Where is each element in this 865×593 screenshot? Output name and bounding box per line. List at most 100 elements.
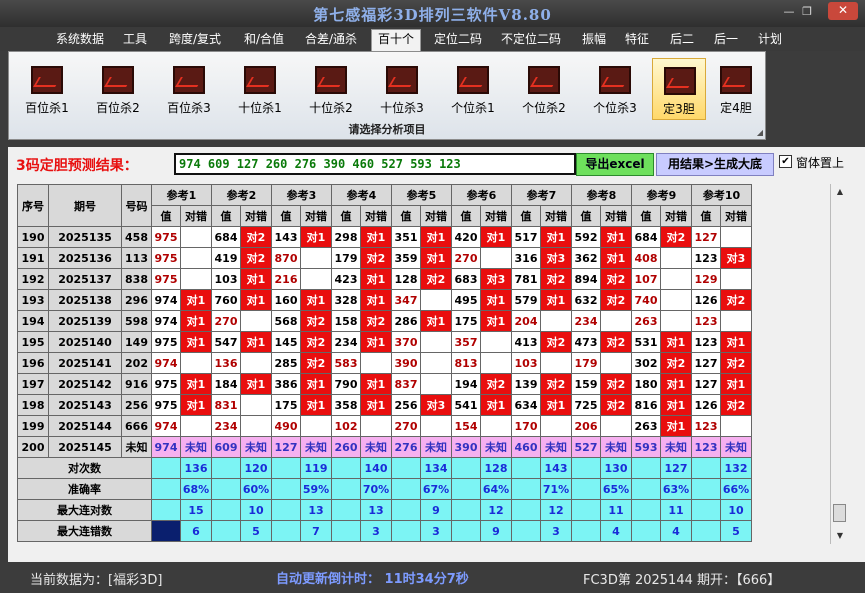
cell-ref-result: 对1 [300,289,332,311]
menu-item-last-two[interactable]: 后二 [664,30,700,49]
cell-ref-value: 123 [691,331,721,353]
ribbon-button-units-kill-3[interactable]: 个位杀3 [582,58,648,120]
cell-ref-value: 974 [151,415,181,437]
cell-ref-value: 175 [451,310,481,332]
scroll-down-icon[interactable]: ▼ [831,528,849,544]
title-bar: 第七感福彩3D排列三软件V8.80 — ❐ ✕ [0,0,865,27]
cell-ref-result: 未知 [480,436,512,458]
cell-seq: 196 [17,352,49,374]
stats-value: 9 [480,520,512,542]
scroll-thumb[interactable] [833,504,846,522]
cell-ref-result [240,415,272,437]
cell-ref-value: 362 [571,247,601,269]
menu-item-last-one[interactable]: 后一 [708,30,744,49]
cell-ref-result: 对1 [300,394,332,416]
cell-ref-result: 对2 [300,352,332,374]
column-header-ref: 参考6 [451,184,512,206]
scroll-up-icon[interactable]: ▲ [831,184,849,200]
menu-item-feature[interactable]: 特征 [619,30,655,49]
cell-ref-result: 未知 [240,436,272,458]
table-row: 191 2025136 113 975 419 对2 870 179 对2 359 对1 270 316… [17,247,752,269]
cell-period: 2025145 [48,436,122,458]
ribbon-button-units-kill-2[interactable]: 个位杀2 [511,58,577,120]
generate-base-button[interactable]: 用结果>生成大底 [656,153,774,176]
cell-ref-value: 127 [691,373,721,395]
cell-ref-result: 对1 [420,310,452,332]
cell-ref-result [480,352,512,374]
expand-icon[interactable]: ◢ [757,128,763,137]
stats-spacer [511,457,541,479]
cell-ref-value: 517 [511,226,541,248]
menu-item-diff[interactable]: 合差/通杀 [298,30,364,49]
cell-period: 2025139 [48,310,122,332]
stats-spacer [331,457,361,479]
menu-item-plan[interactable]: 计划 [752,30,788,49]
menu-item-pos-two[interactable]: 定位二码 [428,30,488,49]
cell-ref-result [240,310,272,332]
prediction-result-field[interactable]: 974 609 127 260 276 390 460 527 593 123 [174,153,576,175]
ribbon-button-tens-kill-1[interactable]: 十位杀1 [227,58,293,120]
cell-seq: 193 [17,289,49,311]
maximize-icon[interactable]: ❐ [796,4,818,20]
cell-ref-result: 对2 [420,268,452,290]
table-row: 196 2025141 202 974 136 285 对2 583 390 813 103 179 3… [17,352,752,374]
menu-item-sum[interactable]: 和/合值 [236,30,292,49]
menu-item-amplitude[interactable]: 振幅 [576,30,612,49]
menu-item-hundreds[interactable]: 百十个 [371,29,421,51]
stats-label: 最大连对数 [17,499,152,521]
ribbon-button-hundreds-kill-3[interactable]: 百位杀3 [156,58,222,120]
cell-ref-result: 对3 [480,268,512,290]
stats-spacer [451,499,481,521]
cell-ref-result: 对2 [540,268,572,290]
pin-window-checkbox[interactable]: ✔ [779,155,792,168]
cell-ref-result [660,289,692,311]
cell-ref-value: 286 [391,310,421,332]
cell-ref-result: 对2 [600,331,632,353]
ribbon-button-tens-kill-2[interactable]: 十位杀2 [298,58,364,120]
cell-ref-result: 对2 [360,310,392,332]
chart-icon [528,66,560,94]
ribbon-button-tens-kill-3[interactable]: 十位杀3 [369,58,435,120]
vertical-scrollbar[interactable]: ▲ ▼ [830,184,848,544]
stats-value: 143 [540,457,572,479]
stats-row: 最大连对数 15 10 13 13 9 12 12 11 11 10 [17,499,752,521]
close-icon[interactable]: ✕ [828,2,858,20]
cell-ref-result [240,352,272,374]
cell-ref-value: 159 [571,373,601,395]
stats-spacer [511,520,541,542]
ribbon-button-hundreds-kill-1[interactable]: 百位杀1 [14,58,80,120]
stats-spacer [211,478,241,500]
menu-item-span[interactable]: 跨度/复式 [160,30,230,49]
ribbon-button-units-kill-1[interactable]: 个位杀1 [440,58,506,120]
stats-value: 136 [180,457,212,479]
menu-item-tools[interactable]: 工具 [117,30,153,49]
stats-spacer [571,499,601,521]
cell-ref-value: 123 [691,310,721,332]
stats-spacer [151,520,181,542]
cell-number: 296 [121,289,152,311]
cell-ref-result: 未知 [720,436,752,458]
subheader-value: 值 [151,205,181,227]
ribbon-button-fix-3[interactable]: 定3胆 [652,58,706,120]
stats-value: 11 [600,499,632,521]
cell-ref-result: 对1 [300,226,332,248]
cell-ref-value: 276 [391,436,421,458]
menu-item-nonpos-two[interactable]: 不定位二码 [494,30,568,49]
export-excel-button[interactable]: 导出excel [576,153,654,176]
column-header-number: 号码 [121,184,152,227]
stats-spacer [451,457,481,479]
column-header-ref: 参考5 [391,184,452,206]
cell-seq: 200 [17,436,49,458]
stats-value: 11 [660,499,692,521]
ribbon-button-hundreds-kill-2[interactable]: 百位杀2 [85,58,151,120]
menu-item-system-data[interactable]: 系统数据 [50,30,110,49]
cell-ref-value: 975 [151,226,181,248]
cell-ref-result: 对1 [480,310,512,332]
ribbon-button-fix-4[interactable]: 定4胆 [709,58,763,120]
table-row: 198 2025143 256 975 对1 831 175 对1 358 对1 256 对3 541 对… [17,394,752,416]
cell-ref-result: 对1 [360,394,392,416]
cell-ref-value: 298 [331,226,361,248]
stats-label: 准确率 [17,478,152,500]
cell-ref-result [180,268,212,290]
cell-ref-result: 未知 [600,436,632,458]
